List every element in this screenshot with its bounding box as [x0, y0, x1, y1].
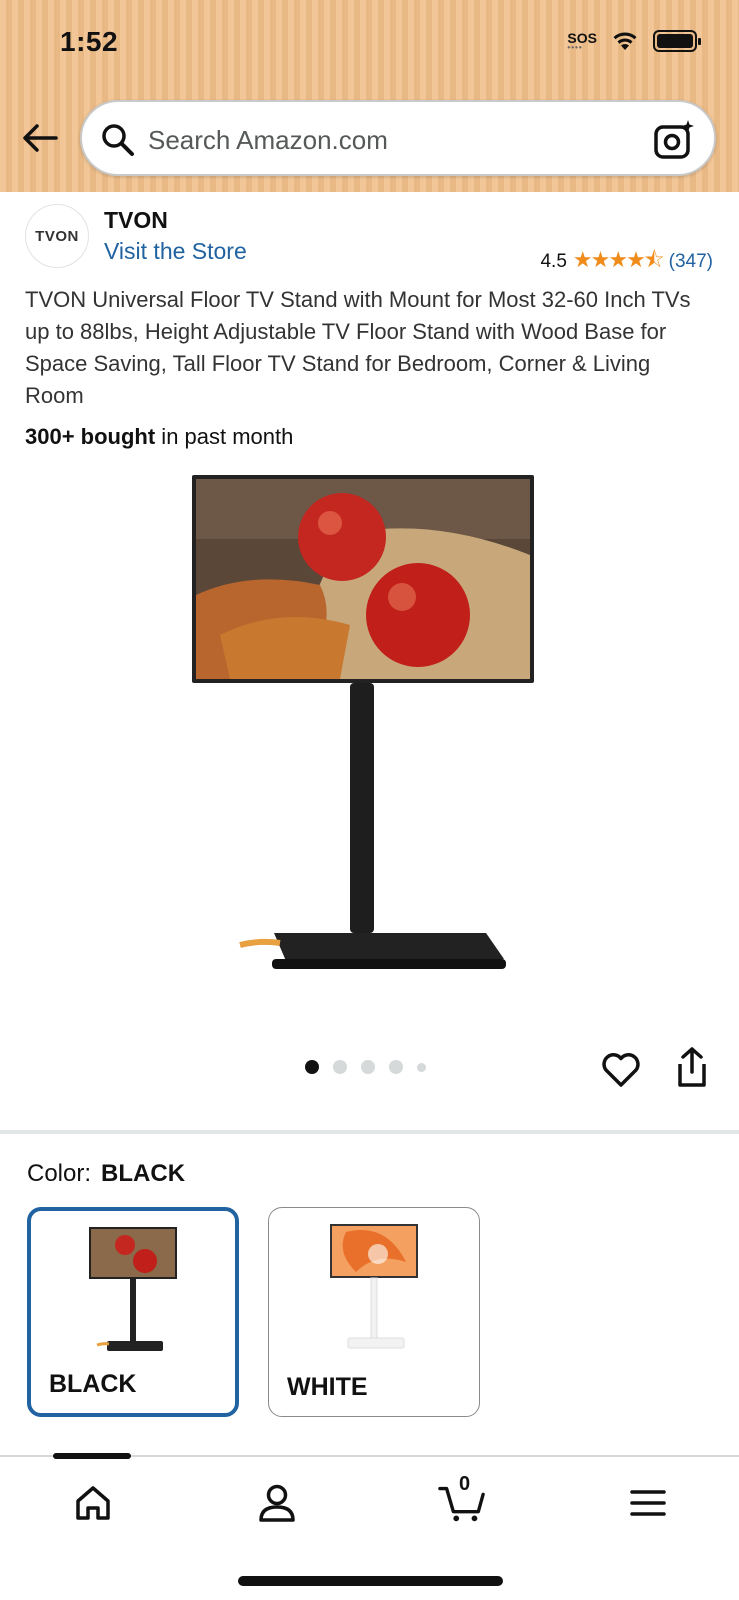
bought-count-bold: 300+ bought: [25, 424, 156, 449]
back-button[interactable]: [20, 118, 60, 158]
nav-home-button[interactable]: [69, 1479, 117, 1527]
star-rating-icon: ★★★★⯪: [572, 247, 665, 272]
home-indicator-bar: [238, 1576, 503, 1586]
rating-count[interactable]: (347): [669, 251, 713, 273]
header: 1:52 SOS ••••: [0, 0, 739, 192]
status-icons: SOS ••••: [567, 30, 701, 52]
back-arrow-icon: [23, 124, 58, 152]
brand-logo-text: TVON: [35, 227, 79, 245]
share-icon[interactable]: [674, 1046, 710, 1088]
product-title: TVON Universal Floor TV Stand with Mount…: [25, 287, 691, 408]
search-input[interactable]: [148, 120, 628, 160]
nav-active-indicator: [53, 1453, 131, 1459]
camera-icon[interactable]: [652, 118, 696, 162]
carousel-dots[interactable]: [305, 1060, 426, 1074]
color-label: Color: BLACK: [27, 1160, 185, 1188]
product-page: 1:52 SOS •••• Search Amazon.com TVON TVO…: [0, 0, 739, 1600]
black-stand-thumbnail: [89, 1227, 177, 1351]
cart-count: 0: [459, 1473, 471, 1495]
white-stand-thumbnail: [330, 1224, 418, 1349]
account-icon: [259, 1484, 295, 1522]
carousel-dot[interactable]: [389, 1060, 403, 1074]
color-option-label: BLACK: [49, 1370, 137, 1398]
nav-menu-button[interactable]: [624, 1479, 672, 1527]
color-option-black[interactable]: BLACK: [27, 1207, 239, 1417]
carousel-dot[interactable]: [305, 1060, 319, 1074]
bought-count: 300+ bought in past month: [25, 424, 293, 450]
battery-icon: [653, 30, 701, 52]
rating-value: 4.5: [540, 251, 567, 272]
heart-icon[interactable]: [601, 1050, 641, 1090]
search-icon: [102, 124, 134, 156]
visit-store-link[interactable]: Visit the Store: [104, 238, 247, 265]
product-image[interactable]: [190, 475, 550, 995]
brand-name: TVON: [104, 207, 168, 233]
status-time: 1:52: [60, 26, 119, 57]
menu-icon: [630, 1490, 666, 1516]
home-icon: [76, 1486, 110, 1520]
nav-account-button[interactable]: [253, 1479, 301, 1527]
color-selected-value: BLACK: [101, 1160, 186, 1187]
nav-cart-button[interactable]: 0: [438, 1473, 486, 1527]
sos-indicator: SOS ••••: [567, 31, 597, 52]
rating[interactable]: 4.5 ★★★★⯪ (347): [540, 243, 713, 281]
carousel-dot[interactable]: [417, 1062, 426, 1072]
color-label-text: Color:: [27, 1160, 92, 1187]
search-bar[interactable]: [80, 100, 716, 176]
carousel-dot[interactable]: [361, 1060, 375, 1074]
color-option-label: WHITE: [287, 1373, 368, 1401]
brand-logo[interactable]: TVON: [25, 204, 89, 268]
wifi-icon: [613, 32, 637, 50]
carousel-dot[interactable]: [333, 1060, 347, 1074]
bought-count-rest: in past month: [155, 424, 294, 449]
color-option-white[interactable]: WHITE: [268, 1207, 480, 1417]
section-divider: [0, 1130, 739, 1134]
